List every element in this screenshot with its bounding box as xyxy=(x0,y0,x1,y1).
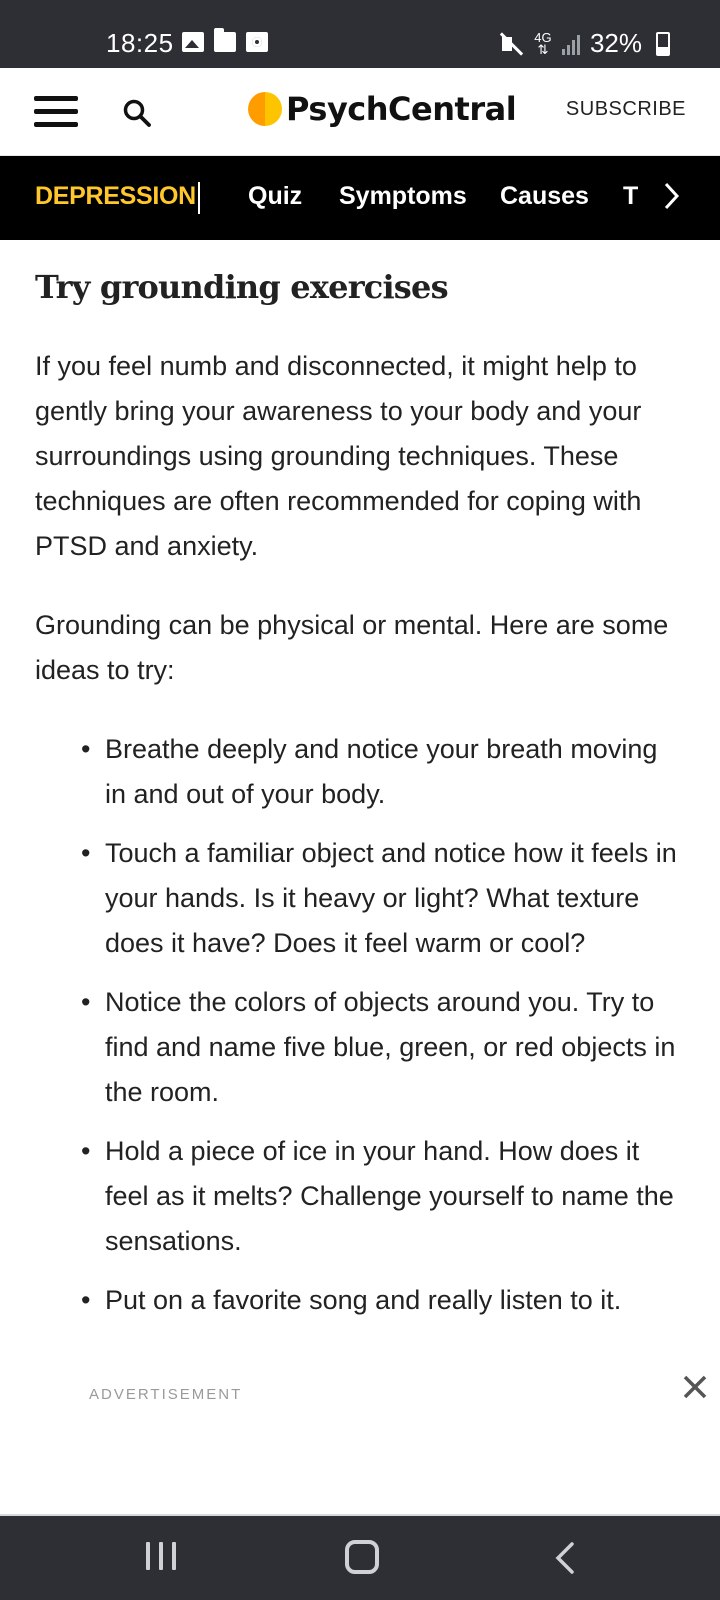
section-heading: Try grounding exercises xyxy=(35,268,449,306)
notification-icons xyxy=(182,28,268,52)
chevron-right-icon[interactable] xyxy=(662,178,682,214)
ideas-list: Breathe deeply and notice your breath mo… xyxy=(35,727,685,1323)
nav-divider xyxy=(198,182,200,214)
back-icon[interactable] xyxy=(552,1540,578,1576)
battery-icon xyxy=(656,31,670,56)
system-icons: 4G ⇅ 32% xyxy=(498,28,670,59)
nav-item-symptoms[interactable]: Symptoms xyxy=(339,182,467,211)
paragraph-ideas-intro: Grounding can be physical or mental. Her… xyxy=(35,610,669,685)
home-icon[interactable] xyxy=(345,1540,379,1574)
category-nav: DEPRESSION Quiz Symptoms Causes T xyxy=(0,156,720,240)
mute-icon xyxy=(498,31,524,57)
hamburger-icon[interactable] xyxy=(34,96,78,128)
4g-icon: 4G ⇅ xyxy=(534,29,552,57)
image-icon xyxy=(182,32,204,52)
nav-item-quiz[interactable]: Quiz xyxy=(248,182,302,211)
network-label: 4G xyxy=(534,29,552,45)
subscribe-link[interactable]: SUBSCRIBE xyxy=(566,98,686,121)
list-item: Breathe deeply and notice your breath mo… xyxy=(81,727,685,817)
list-item: Notice the colors of objects around you.… xyxy=(81,980,685,1115)
camera-icon xyxy=(246,32,268,52)
paragraph-intro: If you feel numb and disconnected, it mi… xyxy=(35,351,642,561)
logo-text: PsychCentral xyxy=(286,90,517,128)
site-header: PsychCentral SUBSCRIBE xyxy=(0,68,720,156)
advertisement-banner: ADVERTISEMENT xyxy=(0,1375,720,1514)
battery-percent: 32% xyxy=(589,28,642,58)
advertisement-label: ADVERTISEMENT xyxy=(89,1386,243,1403)
nav-item-causes[interactable]: Causes xyxy=(500,182,589,211)
system-nav-bar xyxy=(0,1516,720,1600)
nav-item-truncated[interactable]: T xyxy=(623,182,638,211)
list-item: Touch a familiar object and notice how i… xyxy=(81,831,685,966)
close-icon[interactable] xyxy=(680,1372,710,1402)
list-item: Hold a piece of ice in your hand. How do… xyxy=(81,1129,685,1264)
category-depression[interactable]: DEPRESSION xyxy=(35,182,196,211)
recents-icon[interactable] xyxy=(146,1542,176,1574)
logo-mark-icon xyxy=(248,92,282,126)
status-bar: 18:25 4G ⇅ 32% xyxy=(0,0,720,68)
signal-icon xyxy=(561,33,580,55)
search-icon[interactable] xyxy=(122,98,152,128)
status-time: 18:25 xyxy=(106,28,174,58)
site-logo[interactable]: PsychCentral xyxy=(248,90,517,128)
folder-icon xyxy=(214,28,236,52)
article-content: Try grounding exercises If you feel numb… xyxy=(35,240,685,1337)
list-item: Put on a favorite song and really listen… xyxy=(81,1278,685,1323)
